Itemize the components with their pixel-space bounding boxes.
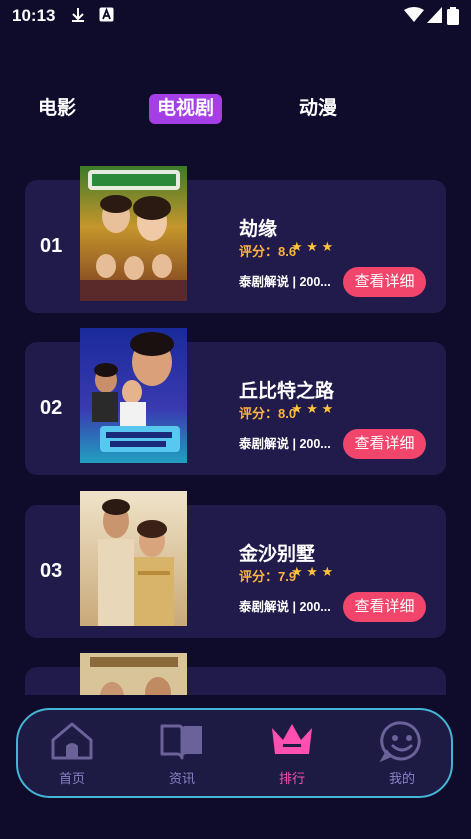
crown-icon — [269, 720, 315, 762]
nav-label: 资讯 — [168, 771, 195, 786]
wifi-icon — [404, 7, 424, 26]
status-bar: 10:13 — [0, 0, 471, 34]
poster-image[interactable] — [80, 653, 187, 695]
nav-label: 我的 — [388, 771, 415, 786]
rating-stars: ★ ★ ★ — [291, 239, 334, 254]
rating-stars: ★ ★ ★ — [291, 401, 334, 416]
tab-movie[interactable]: 电影 — [38, 94, 76, 124]
list-item[interactable]: 02 丘比特之路 评分：8.0 ★ ★ ★ 泰剧解说 | 200... 查看详细 — [25, 328, 446, 475]
category-tabs: 电影 电视剧 动漫 — [0, 94, 471, 126]
drama-description: 泰剧解说 | 200... — [239, 275, 331, 289]
nav-ranking[interactable]: 排行 — [252, 720, 332, 790]
bottom-navigation: 首页 资讯 排行 我的 — [16, 708, 453, 798]
tab-anime[interactable]: 动漫 — [299, 94, 337, 124]
download-icon — [70, 7, 86, 26]
rating-score: 评分：8.0 — [239, 406, 297, 421]
drama-description: 泰剧解说 | 200... — [239, 437, 331, 451]
rating-score: 评分：7.9 — [239, 569, 297, 584]
book-icon — [159, 720, 205, 762]
drama-title: 劫缘 — [239, 219, 278, 240]
view-detail-button[interactable]: 查看详细 — [343, 592, 426, 622]
nav-home[interactable]: 首页 — [32, 720, 112, 790]
battery-icon — [447, 7, 459, 28]
view-detail-button[interactable]: 查看详细 — [343, 267, 426, 297]
poster-image[interactable] — [80, 166, 187, 301]
view-detail-button[interactable]: 查看详细 — [343, 429, 426, 459]
poster-image[interactable] — [80, 491, 187, 626]
status-time: 10:13 — [12, 6, 56, 25]
smiley-icon — [379, 720, 425, 763]
drama-description: 泰剧解说 | 200... — [239, 600, 331, 614]
ranking-list[interactable]: 01 劫缘 评分：8.6 ★ ★ ★ 泰剧解说 | 200... 查看详细 02… — [0, 150, 471, 695]
home-icon — [49, 720, 95, 762]
list-item[interactable]: 01 劫缘 评分：8.6 ★ ★ ★ 泰剧解说 | 200... 查看详细 — [25, 166, 446, 313]
rating-score: 评分：8.6 — [239, 244, 297, 259]
drama-title: 金沙别墅 — [239, 544, 316, 565]
nav-mine[interactable]: 我的 — [362, 720, 442, 790]
rating-stars: ★ ★ ★ — [291, 564, 334, 579]
list-item[interactable]: 03 金沙别墅 评分：7.9 ★ ★ ★ 泰剧解说 | 200... 查看详细 — [25, 491, 446, 638]
drama-title: 丘比特之路 — [239, 381, 335, 402]
poster-image[interactable] — [80, 328, 187, 463]
nav-news[interactable]: 资讯 — [142, 720, 222, 790]
nav-label: 首页 — [58, 771, 85, 786]
nav-label: 排行 — [278, 771, 305, 786]
tab-tv-series[interactable]: 电视剧 — [149, 94, 223, 124]
list-item[interactable]: 04 — [25, 653, 446, 695]
signal-icon — [427, 7, 442, 26]
rank-number: 01 — [40, 235, 63, 257]
keyboard-a-icon — [99, 7, 114, 25]
rank-number: 02 — [40, 397, 63, 419]
rank-number: 03 — [40, 560, 63, 582]
